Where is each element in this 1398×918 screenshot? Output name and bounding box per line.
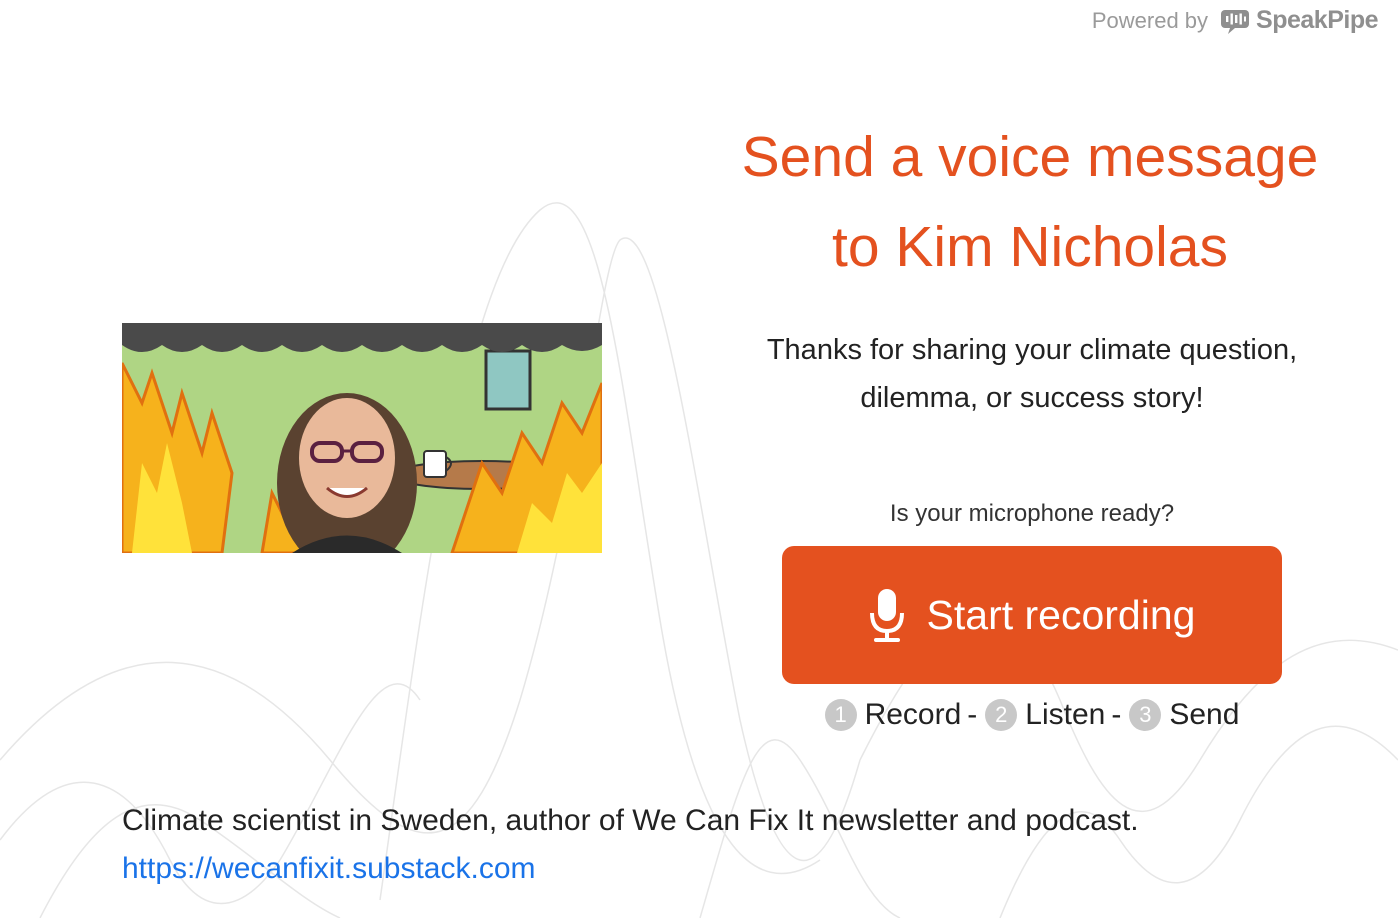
profile-illustration <box>122 323 602 553</box>
step-2-badge: 2 <box>985 699 1018 731</box>
title-line-2: to Kim Nicholas <box>832 215 1228 279</box>
profile-description: Climate scientist in Sweden, author of W… <box>122 804 1139 837</box>
profile-image <box>122 323 602 553</box>
step-1-label: Record <box>864 698 962 731</box>
start-recording-label: Start recording <box>926 591 1196 638</box>
start-recording-button[interactable]: Start recording <box>782 546 1282 684</box>
speakpipe-page: Powered by SpeakPipe Send a voice messag… <box>0 0 1398 918</box>
step-1-badge: 1 <box>824 699 857 731</box>
title-line-1: Send a voice message <box>741 125 1319 189</box>
page-subtitle: Thanks for sharing your climate question… <box>722 326 1342 422</box>
step-3-label: Send <box>1169 698 1240 731</box>
step-2-label: Listen <box>1025 698 1106 731</box>
step-separator: - <box>1111 698 1122 731</box>
step-3-badge: 3 <box>1129 699 1162 731</box>
speakpipe-logo-icon <box>1221 9 1250 34</box>
subtitle-line-1: Thanks for sharing your climate question… <box>766 334 1298 366</box>
speakpipe-brand: SpeakPipe <box>1256 6 1378 34</box>
microphone-question: Is your microphone ready? <box>889 500 1175 527</box>
subtitle-line-2: dilemma, or success story! <box>860 382 1204 414</box>
speakpipe-logo[interactable]: SpeakPipe <box>1220 6 1378 35</box>
step-separator: - <box>967 698 978 731</box>
powered-by-label: Powered by <box>1091 7 1209 33</box>
powered-by[interactable]: Powered by SpeakPipe <box>1091 6 1379 35</box>
steps-indicator: 1 Record - 2 Listen - 3 Send <box>782 698 1282 732</box>
microphone-icon <box>869 589 904 642</box>
profile-link[interactable]: https://wecanfixit.substack.com <box>122 852 536 886</box>
page-title: Send a voice message to Kim Nicholas <box>700 112 1360 292</box>
